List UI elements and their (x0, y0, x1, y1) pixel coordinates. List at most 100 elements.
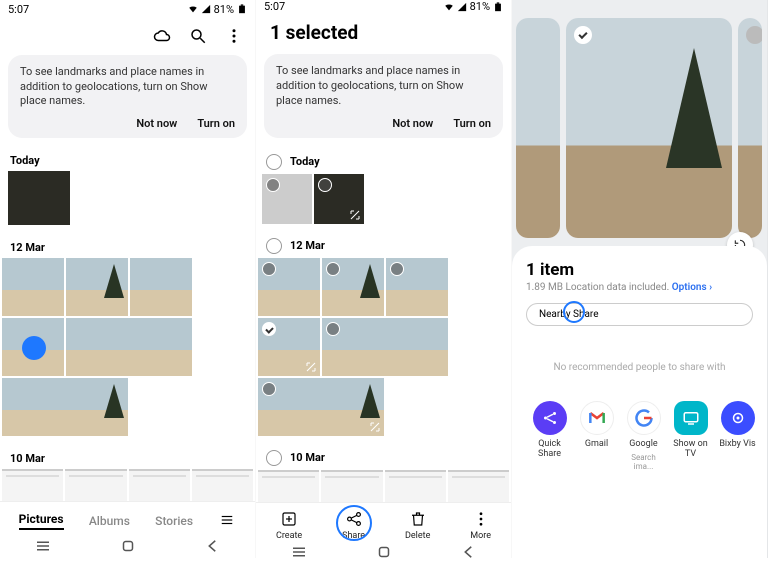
action-bar: Create Share Delete More (256, 502, 511, 543)
tab-pictures[interactable]: Pictures (19, 512, 64, 530)
section-heading-mar12: 12 Mar (0, 235, 255, 258)
options-link[interactable]: Options › (672, 282, 712, 293)
tab-stories[interactable]: Stories (155, 514, 193, 528)
tab-albums[interactable]: Albums (89, 514, 130, 528)
gallery-screen: 5:07 81% To see landmarks and place name… (0, 0, 256, 558)
photo-thumb[interactable] (258, 258, 320, 316)
status-bar: 5:07 81% (0, 0, 255, 19)
photo-thumb[interactable] (322, 318, 448, 376)
photo-thumb[interactable] (2, 469, 63, 501)
select-all-mar12-checkbox[interactable] (266, 238, 282, 254)
quickshare-icon (533, 401, 567, 435)
thumb-checkbox[interactable] (266, 178, 280, 192)
quickshare-button[interactable]: Quick Share (527, 401, 573, 471)
share-button[interactable]: Share (342, 509, 365, 541)
photo-thumb[interactable] (2, 258, 64, 316)
top-actions (0, 19, 255, 55)
photo-thumb[interactable] (258, 378, 384, 436)
hamburger-icon[interactable] (218, 513, 236, 530)
more-icon[interactable] (225, 27, 243, 45)
status-right: 81% (188, 3, 247, 16)
banner-not-now-button[interactable]: Not now (392, 117, 433, 130)
thumb-checkbox[interactable] (390, 262, 404, 276)
wifi-icon (188, 4, 198, 14)
recents-icon[interactable] (34, 537, 52, 555)
section-heading-today[interactable]: Today (256, 148, 511, 174)
banner-turn-on-button[interactable]: Turn on (453, 117, 491, 130)
section-heading-mar10[interactable]: 10 Mar (256, 444, 511, 470)
photo-thumb[interactable] (258, 318, 320, 376)
photo-thumb[interactable] (386, 258, 448, 316)
nearby-share-button[interactable]: Nearby Share (526, 303, 753, 326)
bottom-tabs: Pictures Albums Stories (0, 501, 255, 534)
photo-thumb[interactable] (258, 470, 319, 502)
photo-thumb[interactable] (448, 470, 509, 502)
gmail-icon (580, 401, 614, 435)
photo-thumb[interactable] (322, 258, 384, 316)
photo-thumb[interactable] (129, 469, 190, 501)
expand-icon[interactable] (305, 361, 317, 373)
home-icon[interactable] (119, 537, 137, 555)
banner-text: To see landmarks and place names in addi… (276, 64, 491, 109)
preview-strip[interactable] (512, 0, 767, 252)
share-icon (344, 509, 364, 529)
photo-thumb[interactable] (2, 378, 128, 436)
search-icon[interactable] (189, 27, 207, 45)
banner-turn-on-button[interactable]: Turn on (197, 117, 235, 130)
photo-thumb[interactable] (130, 258, 192, 316)
thumb-checkbox[interactable] (262, 382, 276, 396)
showontv-button[interactable]: Show on TV (668, 401, 714, 471)
highlight-ring (563, 301, 585, 323)
photo-thumb[interactable] (66, 318, 192, 376)
thumb-checkbox-checked[interactable] (262, 322, 276, 336)
photo-thumb[interactable] (8, 171, 70, 225)
photo-thumb[interactable] (321, 470, 382, 502)
photo-thumb[interactable] (2, 318, 64, 376)
preview-thumb[interactable] (738, 18, 762, 238)
wifi-icon (444, 2, 454, 12)
photo-thumb[interactable] (192, 469, 253, 501)
signal-icon (457, 2, 467, 12)
battery-percent: 81% (214, 3, 234, 16)
section-heading-mar12[interactable]: 12 Mar (256, 232, 511, 258)
status-right: 81% (444, 0, 503, 13)
nav-bar (0, 534, 255, 558)
photo-thumb[interactable] (262, 174, 312, 224)
back-icon[interactable] (204, 537, 222, 555)
cursor-hint (22, 336, 46, 360)
share-apps-row: Quick Share Gmail Google Search ima... (526, 401, 753, 479)
thumb-checkbox[interactable] (318, 178, 332, 192)
signal-icon (201, 4, 211, 14)
preview-checkbox-checked[interactable] (574, 26, 592, 44)
select-all-mar10-checkbox[interactable] (266, 450, 282, 466)
thumb-checkbox[interactable] (262, 262, 276, 276)
photo-thumb[interactable] (385, 470, 446, 502)
thumb-checkbox[interactable] (326, 262, 340, 276)
create-button[interactable]: Create (276, 509, 302, 541)
preview-thumb[interactable] (516, 18, 560, 238)
status-bar: 5:07 81% (256, 0, 511, 13)
share-sheet: 1 item 1.89 MB Location data included. O… (512, 246, 767, 558)
photo-thumb[interactable] (66, 258, 128, 316)
battery-percent: 81% (470, 0, 490, 13)
photo-thumb[interactable] (314, 174, 364, 224)
cloud-icon[interactable] (153, 27, 171, 45)
gallery-selection-screen: 5:07 81% 1 selected To see landmarks and… (256, 0, 512, 558)
select-all-today-checkbox[interactable] (266, 154, 282, 170)
delete-button[interactable]: Delete (405, 509, 430, 541)
expand-icon[interactable] (369, 421, 381, 433)
banner-not-now-button[interactable]: Not now (136, 117, 177, 130)
sheet-subtitle: 1.89 MB Location data included. Options … (526, 282, 753, 293)
sheet-title: 1 item (526, 260, 753, 280)
bixby-button[interactable]: Bixby Vis (715, 401, 761, 471)
thumb-checkbox[interactable] (326, 322, 340, 336)
google-button[interactable]: Google Search ima... (621, 401, 667, 471)
photo-thumb[interactable] (65, 469, 126, 501)
preview-thumb[interactable] (566, 18, 732, 238)
preview-checkbox[interactable] (746, 26, 762, 44)
more-icon (471, 509, 491, 529)
more-button[interactable]: More (470, 509, 491, 541)
gmail-button[interactable]: Gmail (574, 401, 620, 471)
expand-icon[interactable] (349, 209, 361, 221)
place-names-banner: To see landmarks and place names in addi… (264, 54, 503, 138)
